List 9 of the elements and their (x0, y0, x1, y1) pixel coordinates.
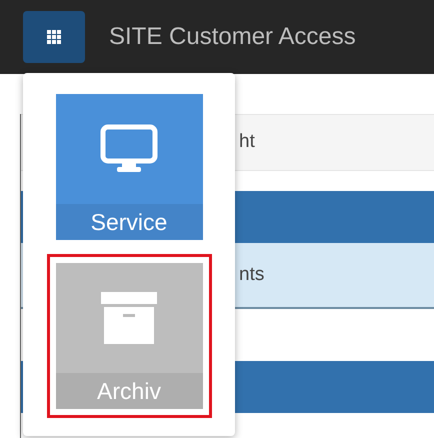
app-tile[interactable]: Archiv (46, 254, 212, 418)
app-tile[interactable]: Service (56, 94, 202, 240)
row-text: ht (239, 130, 255, 154)
apps-menu-button[interactable] (23, 11, 85, 63)
monitor-icon (100, 124, 158, 174)
archive-box-icon (101, 292, 157, 344)
row-text: nts (239, 262, 264, 287)
grid-icon (47, 30, 61, 44)
app-title: SITE Customer Access (109, 22, 356, 52)
